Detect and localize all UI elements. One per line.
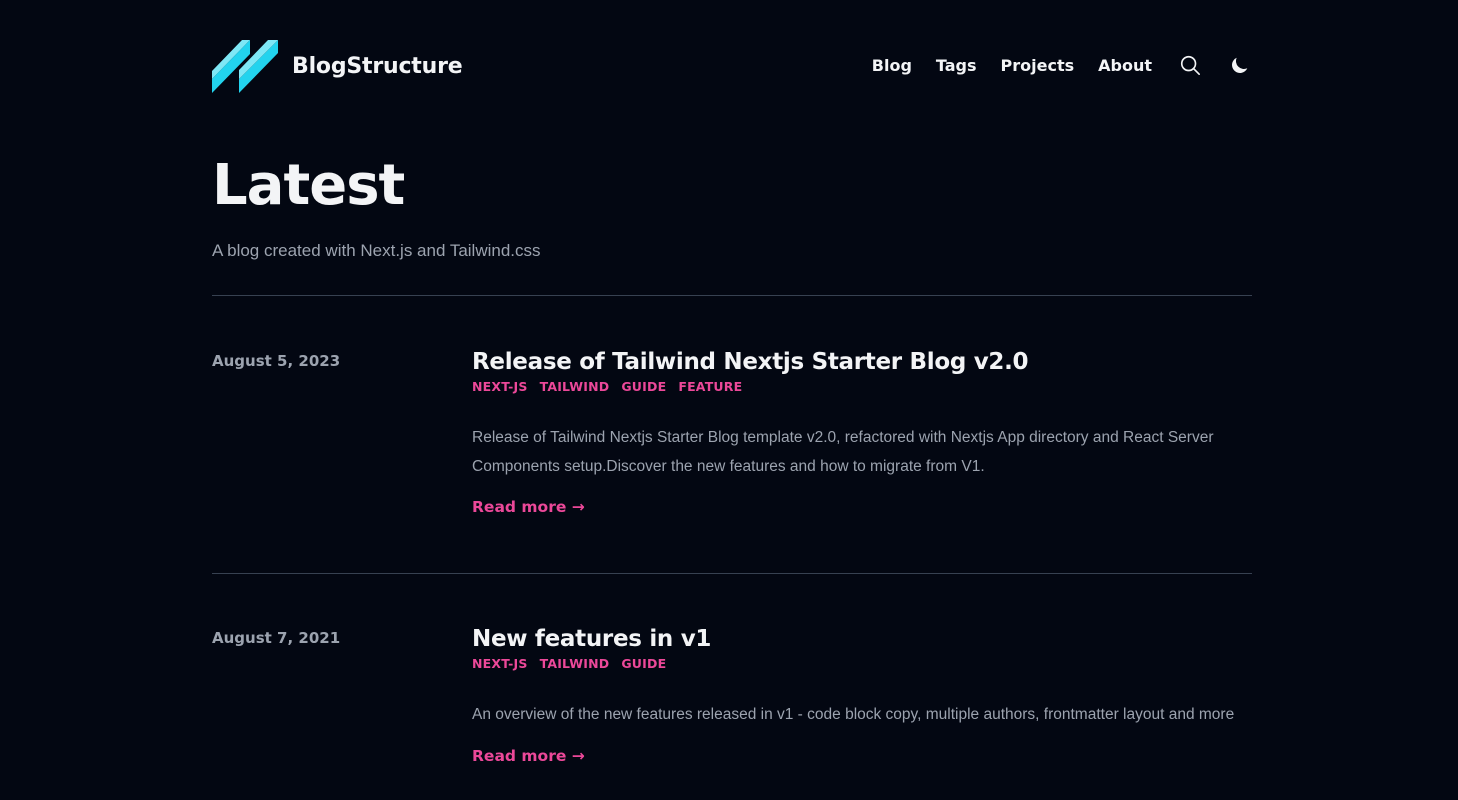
main-nav: Blog Tags Projects About — [872, 50, 1252, 80]
tag-list: NEXT-JS TAILWIND GUIDE FEATURE — [472, 379, 1252, 394]
nav-link-about[interactable]: About — [1098, 56, 1152, 75]
tag-link[interactable]: NEXT-JS — [472, 379, 528, 394]
tag-link[interactable]: GUIDE — [621, 379, 666, 394]
moon-icon — [1232, 57, 1248, 73]
search-icon — [1180, 55, 1200, 75]
page-title: Latest — [212, 153, 405, 218]
logo-icon — [212, 40, 278, 93]
post-date: August 7, 2021 — [212, 629, 341, 647]
tag-link[interactable]: GUIDE — [621, 656, 666, 671]
nav-link-blog[interactable]: Blog — [872, 56, 912, 75]
tag-link[interactable]: TAILWIND — [540, 379, 610, 394]
search-button[interactable] — [1178, 53, 1202, 77]
post-summary: An overview of the new features released… — [472, 706, 1235, 723]
post-body: New features in v1 NEXT-JS TAILWIND GUID… — [472, 624, 1252, 765]
brand-name: BlogStructure — [292, 53, 463, 79]
divider — [212, 295, 1252, 296]
nav-link-projects[interactable]: Projects — [1001, 56, 1075, 75]
read-more-link[interactable]: Read more → — [472, 498, 585, 516]
post-title-link[interactable]: New features in v1 — [472, 624, 711, 654]
site-header: BlogStructure Blog Tags Projects About — [212, 38, 1252, 94]
tag-link[interactable]: TAILWIND — [540, 656, 610, 671]
read-more-link[interactable]: Read more → — [472, 747, 585, 765]
theme-toggle-button[interactable] — [1228, 53, 1252, 77]
hero-section: Latest A blog created with Next.js and T… — [212, 152, 1252, 264]
post-summary: Release of Tailwind Nextjs Starter Blog … — [472, 429, 1214, 475]
brand-link[interactable]: BlogStructure — [212, 38, 463, 94]
post-body: Release of Tailwind Nextjs Starter Blog … — [472, 347, 1252, 516]
tag-list: NEXT-JS TAILWIND GUIDE — [472, 656, 1252, 671]
nav-link-tags[interactable]: Tags — [936, 56, 977, 75]
tag-link[interactable]: NEXT-JS — [472, 656, 528, 671]
tag-link[interactable]: FEATURE — [678, 379, 742, 394]
post-title-link[interactable]: Release of Tailwind Nextjs Starter Blog … — [472, 347, 1029, 377]
divider — [212, 573, 1252, 574]
post-date: August 5, 2023 — [212, 352, 341, 370]
page-subtitle: A blog created with Next.js and Tailwind… — [212, 241, 541, 260]
